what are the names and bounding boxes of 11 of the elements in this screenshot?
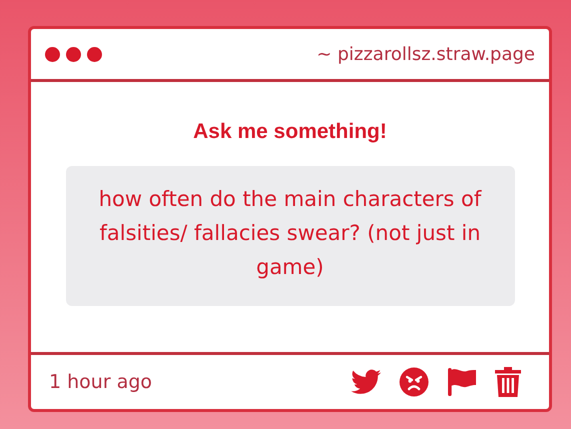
question-text: how often do the main characters of falsities/ fallacies swear? (not just in game) <box>66 166 514 306</box>
window-dot <box>66 46 81 62</box>
angry-face-icon[interactable] <box>399 367 429 397</box>
window-dot <box>87 46 102 62</box>
bird-icon[interactable] <box>351 369 381 395</box>
flag-icon[interactable] <box>447 367 477 397</box>
timestamp: 1 hour ago <box>49 371 152 393</box>
window-dot <box>45 46 60 62</box>
trash-icon[interactable] <box>495 367 521 397</box>
site-url: ~ pizzarollsz.straw.page <box>316 44 535 64</box>
heading: Ask me something! <box>193 120 387 144</box>
